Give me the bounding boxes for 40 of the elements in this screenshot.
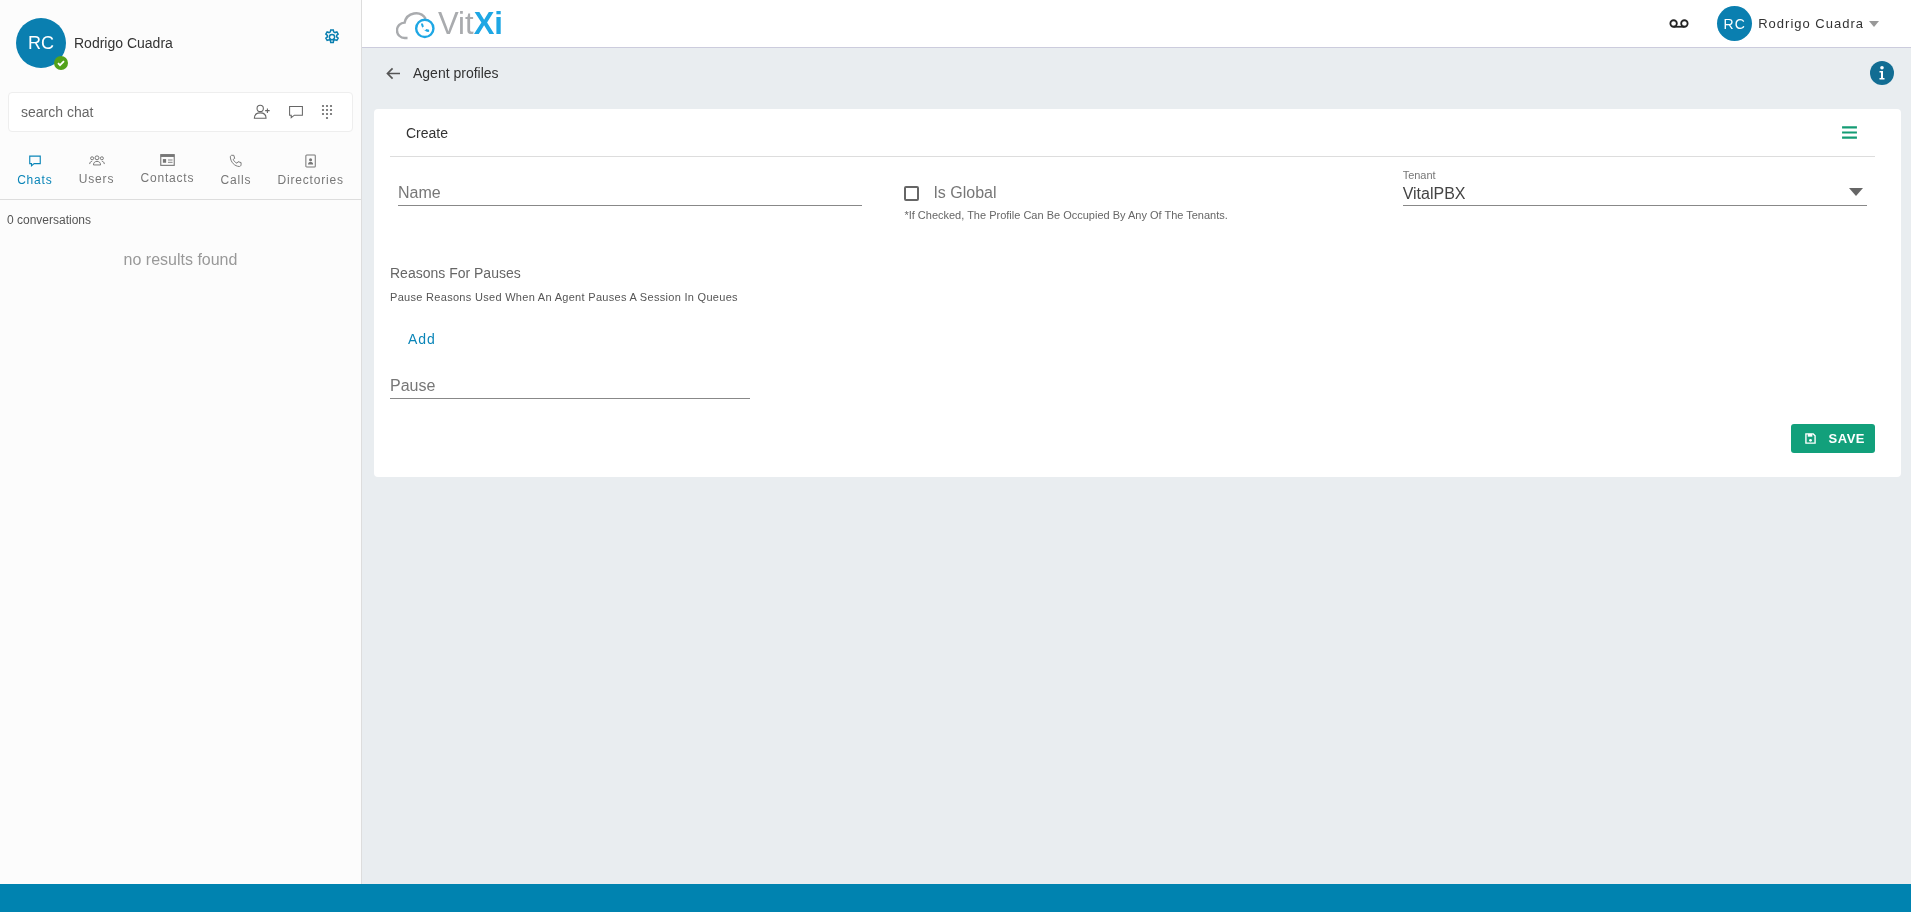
tenant-select[interactable]: Tenant VitalPBX — [1402, 169, 1867, 206]
sidebar-tab[interactable]: Contacts — [140, 154, 195, 187]
info-icon[interactable] — [1870, 61, 1894, 85]
pause-field[interactable]: Pause — [390, 373, 750, 399]
add-user-icon[interactable] — [253, 103, 271, 121]
hint-text: *If Checked, The Profile Can Be Occupied By Any Of The Tenants. — [904, 209, 1229, 221]
address-book-icon — [304, 154, 317, 168]
sidebar-tab[interactable]: Users — [78, 154, 115, 187]
logo-wordmark: VitXi — [438, 5, 503, 42]
user-name: Rodrigo Cuadra — [74, 35, 174, 51]
phone-icon — [228, 154, 243, 168]
dropdown-caret-icon[interactable] — [1849, 188, 1863, 196]
user-avatar[interactable]: RC — [1717, 6, 1753, 41]
sidebar-tab[interactable]: Calls — [220, 154, 252, 187]
chat-icon — [27, 154, 42, 168]
settings-icon[interactable] — [323, 28, 341, 46]
checkbox[interactable] — [904, 185, 920, 201]
save-button[interactable]: SAVE — [1790, 424, 1875, 453]
conversation-count: 0 conversations — [6, 212, 93, 227]
name-field[interactable]: Name — [398, 180, 863, 206]
add-button[interactable]: Add — [390, 323, 454, 355]
page-title: Agent profiles — [413, 65, 500, 81]
voicemail-icon[interactable] — [1669, 19, 1690, 28]
back-arrow-icon[interactable] — [386, 66, 401, 80]
user-avatar: RC — [16, 18, 66, 68]
checkbox-label: Is Global — [933, 184, 997, 202]
user-menu[interactable]: Rodrigo Cuadra — [1758, 16, 1864, 31]
section-title: Reasons For Pauses — [390, 265, 522, 281]
card-title: Create — [406, 124, 449, 141]
dialpad-icon[interactable] — [321, 104, 333, 120]
users-icon — [88, 154, 105, 167]
section-description: Pause Reasons Used When An Agent Pauses A Session In Queues — [390, 291, 739, 303]
chat-icon[interactable] — [288, 104, 304, 120]
empty-message: no results found — [122, 251, 239, 269]
menu-icon[interactable] — [1842, 126, 1857, 139]
sidebar-tab[interactable]: Chats — [17, 154, 53, 187]
contact-card-icon — [159, 154, 175, 166]
search-field[interactable]: search chat — [8, 92, 353, 132]
sidebar-tab[interactable]: Directories — [277, 154, 344, 187]
caret-icon[interactable] — [1869, 20, 1879, 27]
